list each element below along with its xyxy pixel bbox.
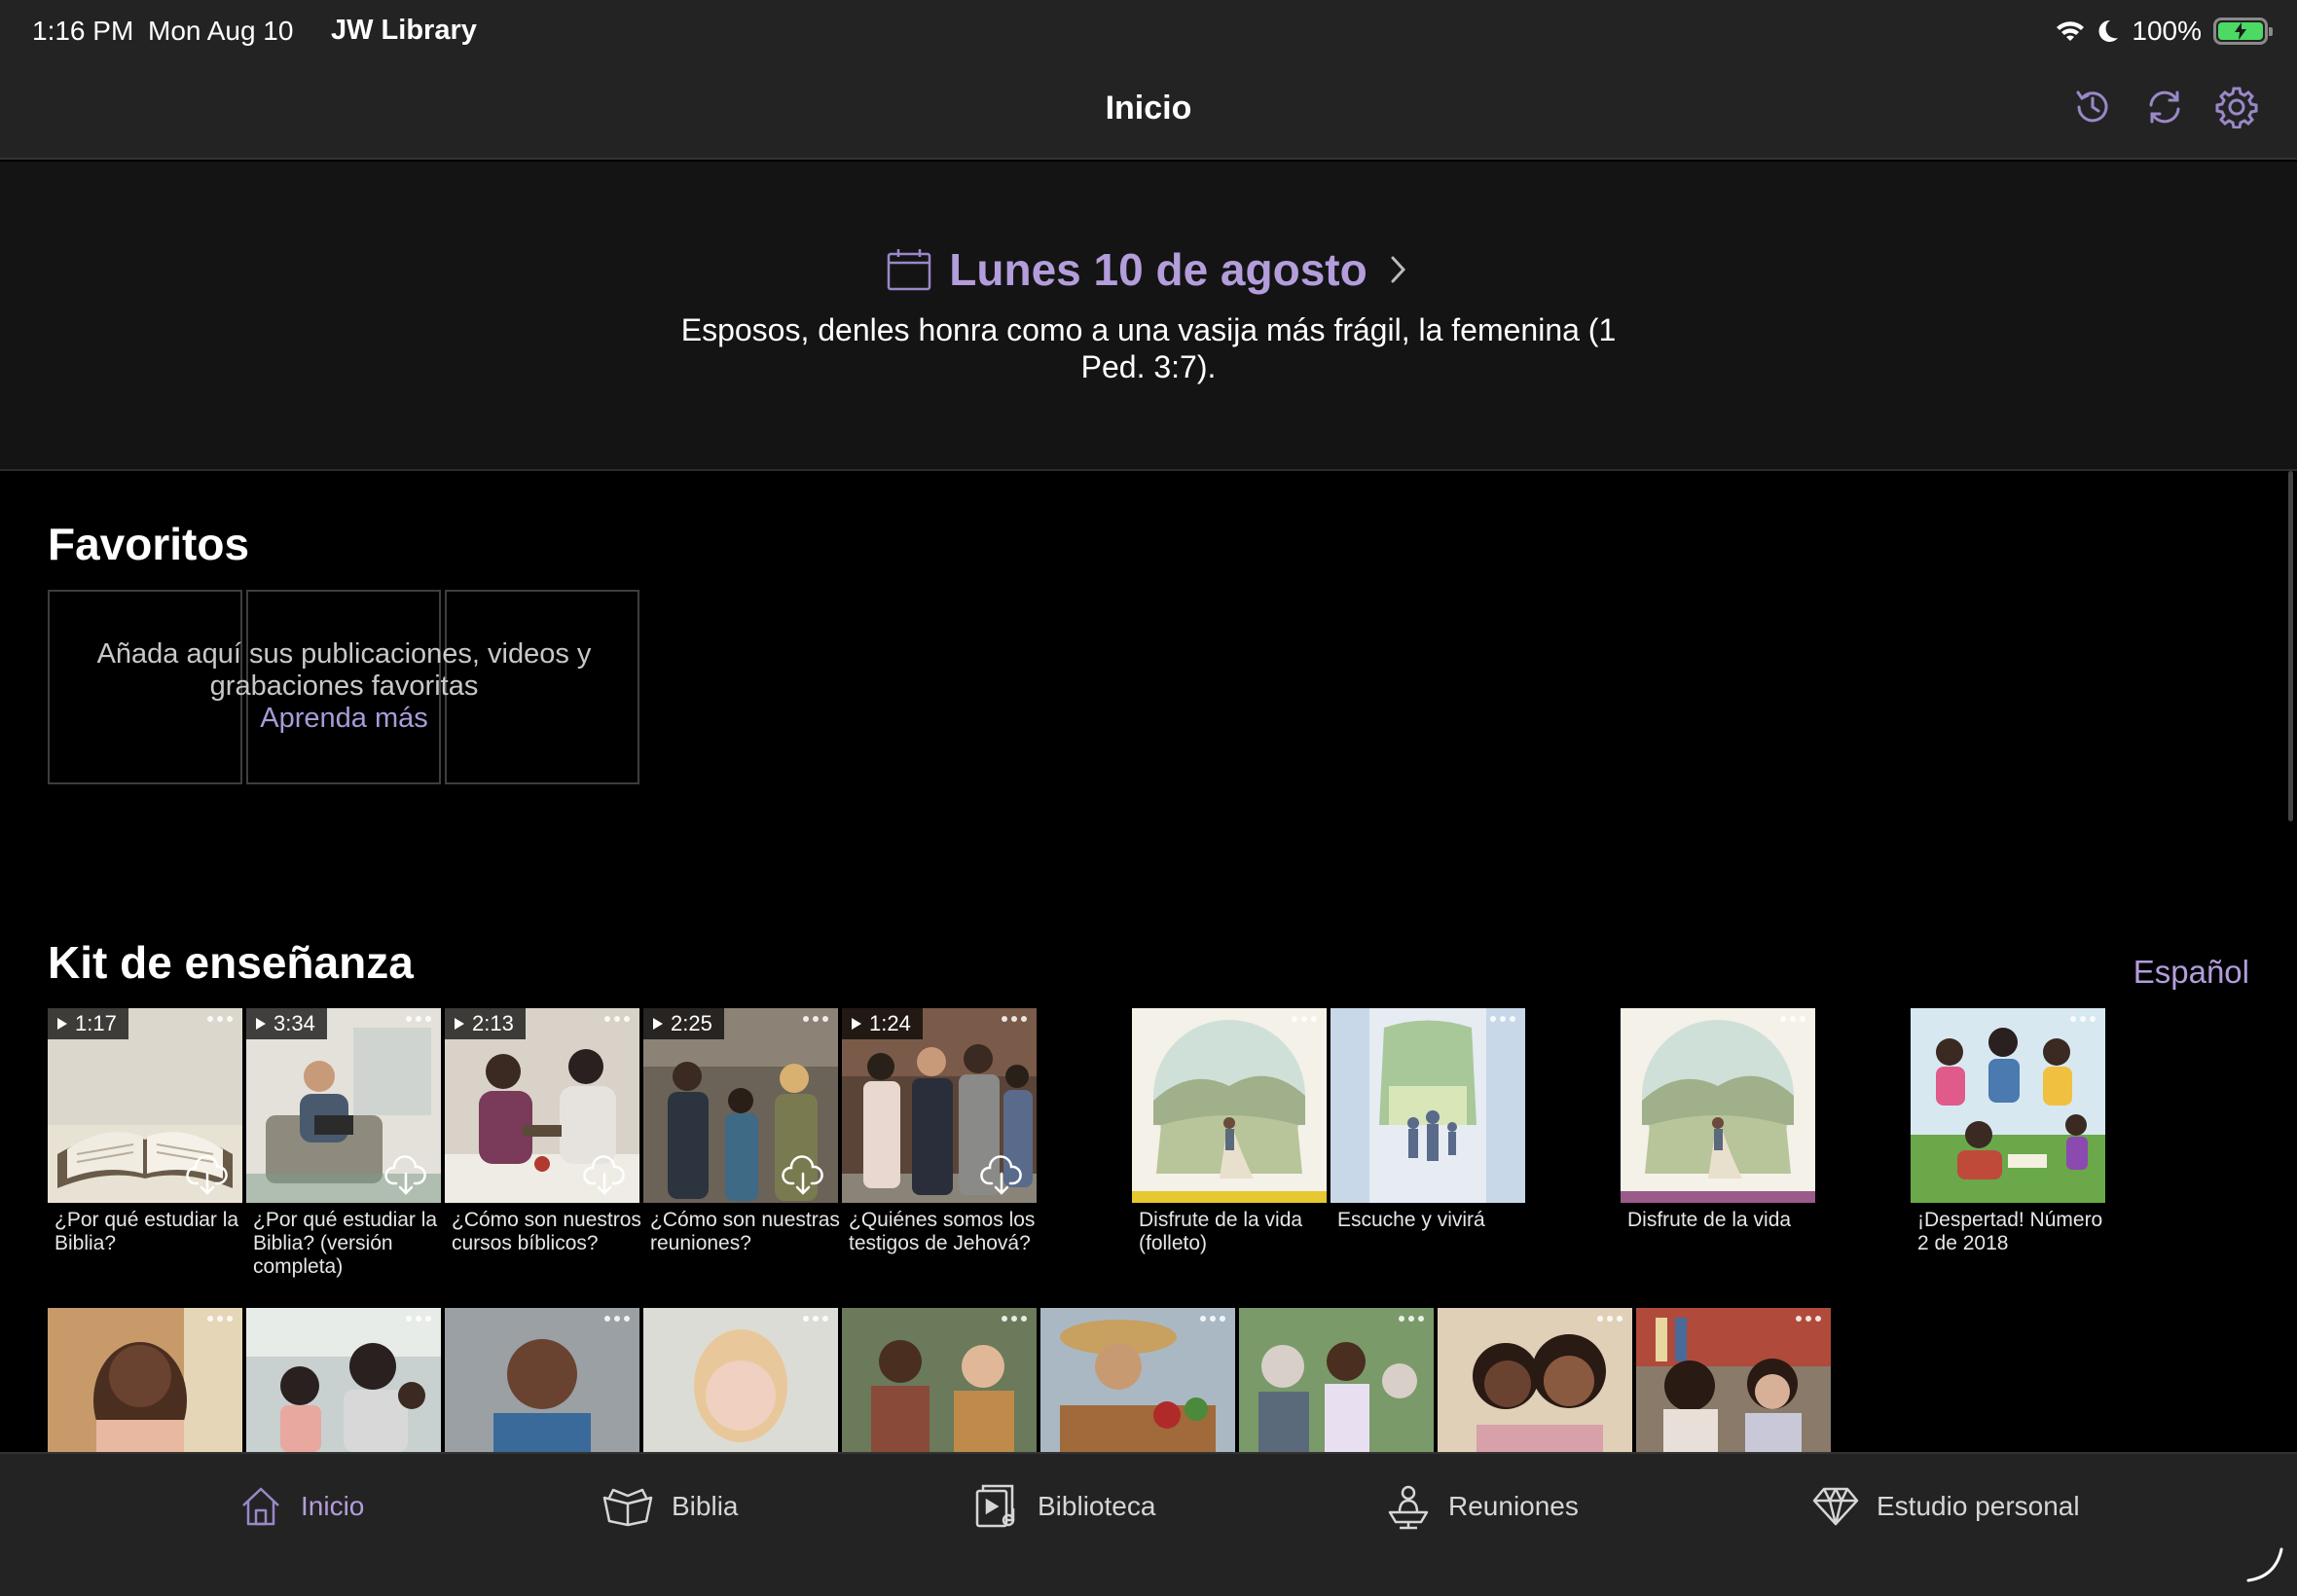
media-tile[interactable]: [643, 1308, 838, 1452]
tab-biblioteca[interactable]: Biblioteca: [973, 1477, 1155, 1536]
status-bar: 1:16 PM Mon Aug 10 JW Library 100%: [0, 0, 2297, 62]
more-options-icon[interactable]: [1597, 1316, 1622, 1329]
corner-resize-handle[interactable]: [2241, 1540, 2287, 1586]
tile-caption: ¿Por qué estudiar la Biblia?: [55, 1209, 239, 1254]
daily-text-card[interactable]: Lunes 10 de agosto Esposos, denles honra…: [0, 162, 2297, 471]
status-time: 1:16 PM: [32, 16, 134, 46]
more-options-icon[interactable]: [604, 1016, 630, 1030]
more-options-icon[interactable]: [207, 1316, 233, 1329]
diamond-icon: [1812, 1487, 1859, 1526]
tab-label: Estudio personal: [1877, 1491, 2080, 1521]
more-options-icon[interactable]: [1002, 1016, 1027, 1030]
tile-caption: ¿Por qué estudiar la Biblia? (versión co…: [253, 1209, 438, 1278]
tile-caption: ¿Cómo son nuestras reuniones?: [650, 1209, 840, 1254]
more-options-icon[interactable]: [1002, 1316, 1027, 1329]
status-indicators: 100%: [2056, 14, 2273, 49]
publication-tile[interactable]: [1621, 1008, 1815, 1203]
chevron-right-icon: [1391, 256, 1405, 283]
cloud-download-icon[interactable]: [384, 1154, 427, 1197]
video-tile[interactable]: 3:34: [246, 1008, 441, 1203]
teaching-kit-title: Kit de enseñanza: [48, 937, 414, 988]
do-not-disturb-moon-icon: [2098, 19, 2119, 42]
media-tile[interactable]: [246, 1308, 441, 1452]
cloud-download-icon[interactable]: [583, 1154, 626, 1197]
cloud-download-icon[interactable]: [186, 1154, 229, 1197]
more-options-icon[interactable]: [406, 1016, 431, 1030]
page-title: Inicio: [1105, 90, 1192, 127]
status-app-name: JW Library: [331, 15, 477, 46]
language-selector[interactable]: Español: [2133, 954, 2249, 991]
tab-inicio[interactable]: Inicio: [238, 1477, 364, 1536]
more-options-icon[interactable]: [803, 1016, 828, 1030]
status-date: Mon Aug 10: [148, 16, 294, 46]
person-lectern-icon: [1388, 1485, 1429, 1530]
tab-estudio-personal[interactable]: Estudio personal: [1812, 1477, 2080, 1536]
more-options-icon[interactable]: [1780, 1016, 1805, 1030]
publication-tile[interactable]: [1331, 1008, 1525, 1203]
more-options-icon[interactable]: [2070, 1016, 2096, 1030]
video-tile[interactable]: 2:13: [445, 1008, 639, 1203]
media-tile[interactable]: [445, 1308, 639, 1452]
more-options-icon[interactable]: [803, 1316, 828, 1329]
more-options-icon[interactable]: [1490, 1016, 1515, 1030]
open-book-icon: [602, 1488, 653, 1527]
tile-caption: Escuche y vivirá: [1337, 1209, 1485, 1231]
tab-biblia[interactable]: Biblia: [602, 1477, 738, 1536]
video-duration-badge: 2:25: [643, 1008, 724, 1039]
sync-icon[interactable]: [2141, 84, 2188, 130]
video-tile[interactable]: 2:25: [643, 1008, 838, 1203]
cloud-download-icon[interactable]: [782, 1154, 824, 1197]
wifi-icon: [2057, 21, 2085, 41]
scroll-indicator: [2288, 471, 2293, 821]
more-options-icon[interactable]: [1200, 1316, 1225, 1329]
publication-tile[interactable]: [1911, 1008, 2105, 1203]
more-options-icon[interactable]: [1292, 1016, 1317, 1030]
media-library-icon: [975, 1484, 1015, 1528]
tab-label: Biblia: [672, 1491, 739, 1521]
video-duration-badge: 1:17: [48, 1008, 128, 1039]
more-options-icon[interactable]: [406, 1316, 431, 1329]
media-tile[interactable]: [48, 1308, 242, 1452]
cloud-download-icon[interactable]: [980, 1154, 1023, 1197]
settings-gear-icon[interactable]: [2213, 84, 2260, 130]
tab-bar: Inicio Biblia Biblioteca Reuniones Estud…: [0, 1452, 2297, 1596]
more-options-icon[interactable]: [604, 1316, 630, 1329]
daily-text-verse: Esposos, denles honra como a una vasija …: [680, 312, 1617, 384]
tile-caption: ¿Cómo son nuestros cursos bíblicos?: [452, 1209, 641, 1254]
tab-reuniones[interactable]: Reuniones: [1386, 1477, 1579, 1536]
video-tile[interactable]: 1:17: [48, 1008, 242, 1203]
favorites-title: Favoritos: [48, 519, 250, 569]
video-tile[interactable]: 1:24: [842, 1008, 1037, 1203]
more-options-icon[interactable]: [1399, 1316, 1424, 1329]
video-duration-badge: 3:34: [246, 1008, 327, 1039]
navigation-bar: Inicio: [0, 62, 2297, 160]
video-duration-badge: 1:24: [842, 1008, 923, 1039]
more-options-icon[interactable]: [1796, 1316, 1821, 1329]
tile-caption: ¡Despertad! Número 2 de 2018: [1917, 1209, 2103, 1254]
media-tile[interactable]: [1438, 1308, 1632, 1452]
daily-text-header[interactable]: Lunes 10 de agosto: [0, 243, 2297, 296]
tile-caption: ¿Quiénes somos los testigos de Jehová?: [849, 1209, 1036, 1254]
favorites-empty-message: Añada aquí sus publicaciones, videos y g…: [96, 638, 592, 702]
favorites-placeholder: Añada aquí sus publicaciones, videos y g…: [48, 590, 640, 784]
tab-label: Inicio: [301, 1491, 365, 1521]
calendar-icon: [888, 249, 931, 291]
history-icon[interactable]: [2069, 84, 2116, 130]
tile-caption: Disfrute de la vida: [1627, 1209, 1792, 1231]
home-icon: [242, 1487, 279, 1526]
media-tile[interactable]: [1040, 1308, 1235, 1452]
learn-more-link[interactable]: Aprenda más: [260, 703, 428, 734]
battery-charging-icon: [2213, 18, 2273, 45]
tab-label: Biblioteca: [1038, 1491, 1156, 1521]
media-tile[interactable]: [842, 1308, 1037, 1452]
video-duration-badge: 2:13: [445, 1008, 526, 1039]
daily-text-date: Lunes 10 de agosto: [949, 244, 1367, 295]
tile-caption: Disfrute de la vida (folleto): [1139, 1209, 1303, 1254]
more-options-icon[interactable]: [207, 1016, 233, 1030]
tab-label: Reuniones: [1448, 1491, 1579, 1521]
publication-tile[interactable]: [1132, 1008, 1327, 1203]
media-tile[interactable]: [1239, 1308, 1434, 1452]
battery-percentage: 100%: [2132, 16, 2202, 46]
media-tile[interactable]: [1636, 1308, 1831, 1452]
